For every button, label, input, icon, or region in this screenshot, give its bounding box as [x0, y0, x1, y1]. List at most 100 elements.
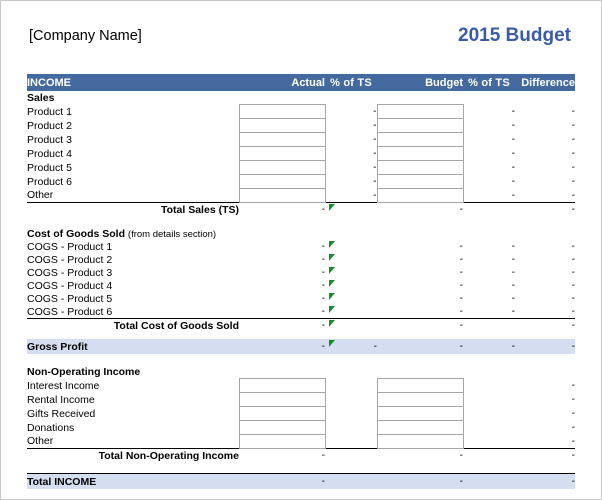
budget-cell[interactable]: -	[377, 266, 463, 279]
actual-cell[interactable]: -	[239, 292, 325, 305]
actual-input-cell[interactable]	[238, 188, 326, 203]
total-cogs-pct-budget[interactable]	[463, 318, 515, 332]
budget-cell[interactable]: -	[377, 305, 463, 319]
total-sales-actual[interactable]: -	[239, 202, 325, 216]
gross-profit-actual[interactable]: -	[239, 339, 325, 354]
actual-input-cell[interactable]	[238, 392, 326, 407]
actual-input-cell[interactable]	[238, 420, 326, 435]
pct-of-ts-budget-cell[interactable]: -	[463, 189, 515, 203]
pct-of-ts-actual-cell[interactable]: -	[325, 161, 377, 175]
difference-cell[interactable]: -	[515, 266, 575, 279]
actual-cell[interactable]: -	[239, 266, 325, 279]
total-cogs-budget[interactable]: -	[377, 318, 463, 332]
budget-cell[interactable]: -	[377, 292, 463, 305]
total-cogs-actual[interactable]: -	[239, 318, 325, 332]
actual-input-cell[interactable]	[238, 174, 326, 189]
pct-of-ts-budget-cell[interactable]: -	[463, 292, 515, 305]
total-income-budget[interactable]: -	[377, 473, 463, 489]
total-income-difference[interactable]: -	[515, 473, 575, 489]
total-sales-difference[interactable]: -	[515, 202, 575, 216]
budget-input-cell[interactable]	[376, 406, 464, 421]
pct-of-ts-budget-cell[interactable]: -	[463, 119, 515, 133]
total-sales-budget[interactable]: -	[377, 202, 463, 216]
pct-of-ts-budget-cell[interactable]: -	[463, 240, 515, 253]
budget-cell[interactable]: -	[377, 253, 463, 266]
difference-cell[interactable]: -	[515, 435, 575, 449]
difference-cell[interactable]: -	[515, 161, 575, 175]
difference-cell[interactable]: -	[515, 253, 575, 266]
pct-of-ts-budget-cell[interactable]: -	[463, 147, 515, 161]
total-cogs-pct-actual[interactable]	[325, 318, 377, 332]
pct-of-ts-actual-cell[interactable]	[325, 305, 377, 319]
pct-of-ts-actual-cell[interactable]: -	[325, 133, 377, 147]
budget-input-cell[interactable]	[376, 434, 464, 449]
gross-profit-difference[interactable]: -	[515, 339, 575, 354]
difference-cell[interactable]: -	[515, 379, 575, 393]
budget-cell[interactable]: -	[377, 240, 463, 253]
actual-input-cell[interactable]	[238, 132, 326, 147]
total-sales-pct-budget[interactable]	[463, 202, 515, 216]
difference-cell[interactable]: -	[515, 119, 575, 133]
difference-cell[interactable]: -	[515, 240, 575, 253]
budget-input-cell[interactable]	[376, 118, 464, 133]
pct-of-ts-actual-cell[interactable]	[325, 266, 377, 279]
pct-of-ts-budget-cell[interactable]: -	[463, 253, 515, 266]
actual-input-cell[interactable]	[238, 104, 326, 119]
difference-cell[interactable]: -	[515, 292, 575, 305]
pct-of-ts-actual-cell[interactable]	[325, 292, 377, 305]
pct-of-ts-budget-cell[interactable]: -	[463, 105, 515, 119]
pct-of-ts-actual-cell[interactable]	[325, 253, 377, 266]
difference-cell[interactable]: -	[515, 147, 575, 161]
pct-of-ts-actual-cell[interactable]: -	[325, 119, 377, 133]
pct-of-ts-budget-cell[interactable]: -	[463, 161, 515, 175]
total-non-operating-difference[interactable]: -	[515, 448, 575, 462]
total-cogs-difference[interactable]: -	[515, 318, 575, 332]
difference-cell[interactable]: -	[515, 133, 575, 147]
budget-input-cell[interactable]	[376, 378, 464, 393]
pct-of-ts-actual-cell[interactable]	[325, 240, 377, 253]
pct-of-ts-budget-cell[interactable]: -	[463, 175, 515, 189]
pct-of-ts-actual-cell[interactable]: -	[325, 189, 377, 203]
total-sales-pct-actual[interactable]	[325, 202, 377, 216]
difference-cell[interactable]: -	[515, 393, 575, 407]
difference-cell[interactable]: -	[515, 175, 575, 189]
company-name[interactable]: [Company Name]	[29, 28, 142, 44]
pct-of-ts-actual-cell[interactable]: -	[325, 147, 377, 161]
actual-input-cell[interactable]	[238, 146, 326, 161]
actual-input-cell[interactable]	[238, 434, 326, 449]
pct-of-ts-actual-cell[interactable]: -	[325, 105, 377, 119]
total-non-operating-actual[interactable]: -	[239, 448, 325, 462]
gross-profit-budget[interactable]: -	[377, 339, 463, 354]
actual-cell[interactable]: -	[239, 305, 325, 319]
difference-cell[interactable]: -	[515, 421, 575, 435]
budget-input-cell[interactable]	[376, 146, 464, 161]
pct-of-ts-budget-cell[interactable]: -	[463, 279, 515, 292]
total-income-actual[interactable]: -	[239, 473, 325, 489]
actual-input-cell[interactable]	[238, 118, 326, 133]
budget-input-cell[interactable]	[376, 160, 464, 175]
difference-cell[interactable]: -	[515, 305, 575, 319]
difference-cell[interactable]: -	[515, 407, 575, 421]
actual-cell[interactable]: -	[239, 253, 325, 266]
difference-cell[interactable]: -	[515, 105, 575, 119]
budget-input-cell[interactable]	[376, 188, 464, 203]
actual-input-cell[interactable]	[238, 406, 326, 421]
actual-input-cell[interactable]	[238, 378, 326, 393]
budget-input-cell[interactable]	[376, 392, 464, 407]
total-non-operating-budget[interactable]: -	[377, 448, 463, 462]
gross-profit-pct-actual[interactable]: -	[325, 339, 377, 354]
actual-input-cell[interactable]	[238, 160, 326, 175]
actual-cell[interactable]: -	[239, 240, 325, 253]
pct-of-ts-budget-cell[interactable]: -	[463, 133, 515, 147]
budget-input-cell[interactable]	[376, 132, 464, 147]
pct-of-ts-actual-cell[interactable]	[325, 279, 377, 292]
actual-cell[interactable]: -	[239, 279, 325, 292]
budget-input-cell[interactable]	[376, 174, 464, 189]
pct-of-ts-actual-cell[interactable]: -	[325, 175, 377, 189]
pct-of-ts-budget-cell[interactable]: -	[463, 305, 515, 319]
difference-cell[interactable]: -	[515, 189, 575, 203]
budget-input-cell[interactable]	[376, 104, 464, 119]
difference-cell[interactable]: -	[515, 279, 575, 292]
budget-cell[interactable]: -	[377, 279, 463, 292]
budget-input-cell[interactable]	[376, 420, 464, 435]
